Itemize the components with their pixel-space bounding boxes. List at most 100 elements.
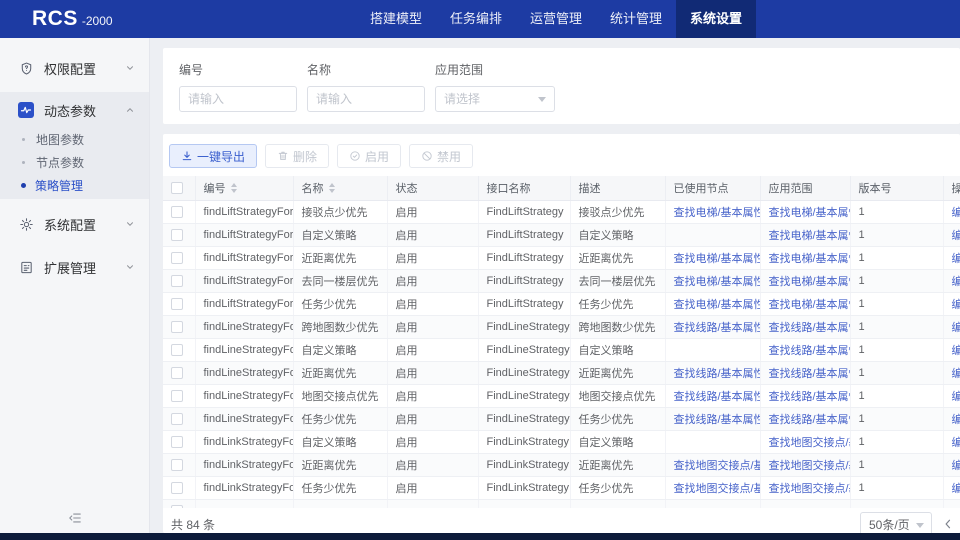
- sidebar-subitem[interactable]: 策略管理: [0, 174, 149, 197]
- disable-button[interactable]: 禁用: [409, 144, 473, 168]
- sort-icon[interactable]: [231, 183, 237, 193]
- used-nodes-link[interactable]: 查找电梯/基本属性/查找: [674, 207, 761, 219]
- row-checkbox[interactable]: [171, 344, 183, 356]
- bullet-dot-icon: [21, 183, 26, 188]
- used-nodes-link[interactable]: 查找地图交接点/基本属性: [674, 460, 761, 472]
- sort-icon[interactable]: [329, 183, 335, 193]
- row-checkbox[interactable]: [171, 482, 183, 494]
- nav-item[interactable]: 系统设置: [676, 0, 756, 38]
- edit-link[interactable]: 编辑: [952, 230, 960, 242]
- column-header-desc: 描述: [570, 176, 665, 200]
- nav-item[interactable]: 任务编排: [436, 0, 516, 38]
- prev-page-button[interactable]: [942, 518, 956, 530]
- scope-link[interactable]: 查找地图交接点/基本属性: [769, 460, 851, 472]
- cell-version: 1: [850, 292, 943, 315]
- used-nodes-link[interactable]: 查找线路/基本属性/查找: [674, 414, 761, 426]
- scope-link[interactable]: 查找地图交接点/基本属性: [769, 483, 851, 495]
- used-nodes-link[interactable]: 查找线路/基本属性/查找: [674, 391, 761, 403]
- sidebar-item-extension-mgmt[interactable]: 扩展管理: [0, 247, 149, 287]
- nav-item[interactable]: 统计管理: [596, 0, 676, 38]
- logo-suffix: -2000: [82, 14, 113, 28]
- scope-link[interactable]: 查找电梯/基本属性/查找: [769, 299, 851, 311]
- scope-link[interactable]: 查找线路/基本属性/查找: [769, 368, 851, 380]
- edit-link[interactable]: 编辑: [952, 299, 960, 311]
- used-nodes-link[interactable]: 查找电梯/基本属性/查找: [674, 299, 761, 311]
- edit-link[interactable]: 编辑: [952, 483, 960, 495]
- row-checkbox[interactable]: [171, 252, 183, 264]
- id-filter-input[interactable]: [179, 86, 297, 112]
- cell-status: 启用: [387, 246, 478, 269]
- edit-link[interactable]: 编辑: [952, 391, 960, 403]
- sidebar-item-dynamic-params[interactable]: 动态参数: [0, 92, 149, 128]
- edit-link[interactable]: 编辑: [952, 322, 960, 334]
- cell-name: 自定义策略: [293, 338, 387, 361]
- row-checkbox[interactable]: [171, 390, 183, 402]
- scope-link[interactable]: 查找电梯/基本属性/查找: [769, 276, 851, 288]
- scope-link[interactable]: 查找线路/基本属性/查找: [769, 345, 851, 357]
- cell-id: findLineStrategyFor...: [195, 338, 293, 361]
- filter-label: 名称: [307, 61, 425, 78]
- cell-id: findLineStrategyFor...: [195, 384, 293, 407]
- scope-link[interactable]: 查找电梯/基本属性/查找: [769, 207, 851, 219]
- cell-status: 启用: [387, 430, 478, 453]
- used-nodes-link[interactable]: 查找电梯/基本属性/查找: [674, 253, 761, 265]
- sidebar-item-label: 权限配置: [44, 59, 125, 78]
- sidebar-item-permission-config[interactable]: 权限配置: [0, 48, 149, 88]
- scope-link[interactable]: 查找线路/基本属性/查找: [769, 391, 851, 403]
- sidebar-subitem[interactable]: 地图参数: [0, 128, 149, 151]
- sidebar-item-system-config[interactable]: 系统配置: [0, 204, 149, 244]
- cell-status: 启用: [387, 292, 478, 315]
- cell-id: findLinkStrategyForT...: [195, 476, 293, 499]
- table-row: findLineStrategyFor... 地图交接点优先 启用 FindLi…: [163, 384, 960, 407]
- name-filter-input[interactable]: [307, 86, 425, 112]
- cell-id: findLineStrategyForT...: [195, 407, 293, 430]
- row-checkbox[interactable]: [171, 298, 183, 310]
- edit-link[interactable]: 编辑: [952, 437, 960, 449]
- scope-link[interactable]: 查找电梯/基本属性/查找: [769, 253, 851, 265]
- edit-link[interactable]: 编辑: [952, 460, 960, 472]
- chevron-up-icon: [125, 105, 135, 115]
- delete-button[interactable]: 删除: [265, 144, 329, 168]
- nav-item[interactable]: 运营管理: [516, 0, 596, 38]
- sidebar-subitem[interactable]: 节点参数: [0, 151, 149, 174]
- scope-link[interactable]: 查找电梯/基本属性/查找: [769, 230, 851, 242]
- nav-item[interactable]: 搭建模型: [356, 0, 436, 38]
- edit-link[interactable]: 编辑: [952, 253, 960, 265]
- cell-name: 任务少优先: [293, 407, 387, 430]
- row-checkbox[interactable]: [171, 459, 183, 471]
- used-nodes-link[interactable]: 查找电梯/基本属性/查找: [674, 276, 761, 288]
- row-checkbox[interactable]: [171, 367, 183, 379]
- scope-filter-select[interactable]: [435, 86, 555, 112]
- row-checkbox[interactable]: [171, 275, 183, 287]
- cell-name: 近距离优先: [293, 453, 387, 476]
- edit-link[interactable]: 编辑: [952, 368, 960, 380]
- scope-link[interactable]: 查找线路/基本属性/查找: [769, 322, 851, 334]
- edit-link[interactable]: 编辑: [952, 207, 960, 219]
- bullet-dot-icon: [22, 161, 25, 164]
- enable-button[interactable]: 启用: [337, 144, 401, 168]
- used-nodes-link[interactable]: 查找线路/基本属性/查找: [674, 368, 761, 380]
- chevron-down-icon: [125, 219, 135, 229]
- edit-link[interactable]: 编辑: [952, 414, 960, 426]
- edit-link[interactable]: 编辑: [952, 345, 960, 357]
- select-all-checkbox[interactable]: [171, 182, 183, 194]
- column-header-id: 编号: [204, 180, 226, 196]
- cell-interface: FindLineStrategy: [478, 407, 570, 430]
- page-size-select[interactable]: 50条/页: [860, 512, 932, 533]
- scope-link[interactable]: 查找线路/基本属性/查找: [769, 414, 851, 426]
- edit-link[interactable]: 编辑: [952, 276, 960, 288]
- cell-desc: 接驳点少优先: [570, 200, 665, 223]
- cell-name: 任务少优先: [293, 292, 387, 315]
- shield-question-icon: [18, 60, 34, 76]
- row-checkbox[interactable]: [171, 206, 183, 218]
- row-checkbox[interactable]: [171, 229, 183, 241]
- scope-link[interactable]: 查找地图交接点/基本属性: [769, 437, 851, 449]
- collapse-sidebar-icon[interactable]: [0, 511, 149, 525]
- row-checkbox[interactable]: [171, 436, 183, 448]
- cell-interface: FindLineStrategy: [478, 338, 570, 361]
- used-nodes-link[interactable]: 查找线路/基本属性/查找: [674, 322, 761, 334]
- row-checkbox[interactable]: [171, 321, 183, 333]
- used-nodes-link[interactable]: 查找地图交接点/基本属性: [674, 483, 761, 495]
- export-button[interactable]: 一键导出: [169, 144, 257, 168]
- row-checkbox[interactable]: [171, 413, 183, 425]
